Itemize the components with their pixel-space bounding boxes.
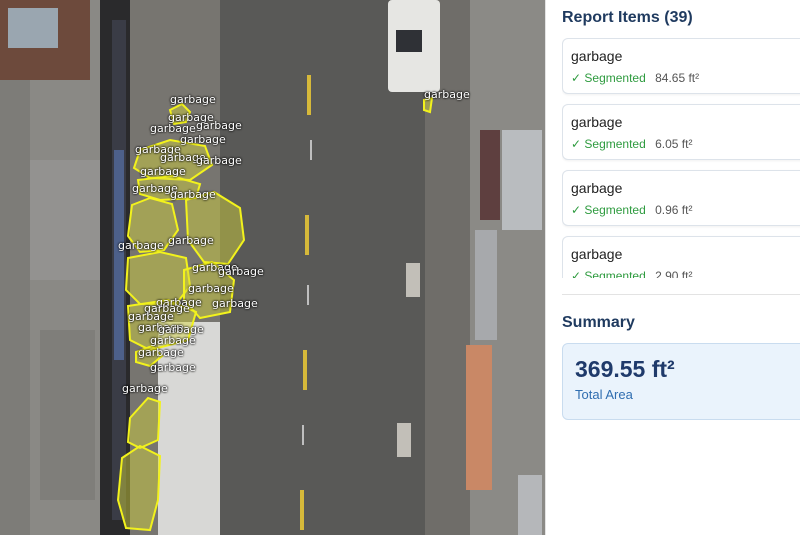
map-label-garbage: garbage	[122, 382, 168, 395]
aerial-map-view[interactable]: garbage garbage garbage garbage garbage …	[0, 0, 545, 535]
map-label-garbage: garbage	[168, 234, 214, 247]
map-label-garbage: garbage	[196, 154, 242, 167]
map-label-garbage: garbage	[218, 265, 264, 278]
total-area-label: Total Area	[575, 387, 633, 402]
item-name: garbage	[571, 246, 623, 262]
item-area: 2.90 ft²	[655, 269, 693, 278]
report-item-card[interactable]: garbage ✓ Segmented 2.90 ft²	[562, 236, 800, 278]
item-area: 84.65 ft²	[655, 71, 700, 85]
report-item-card[interactable]: garbage ✓ Segmented 84.65 ft²	[562, 38, 800, 94]
item-name: garbage	[571, 114, 623, 130]
segmented-status: ✓ Segmented	[571, 203, 646, 217]
map-label-garbage: garbage	[188, 282, 234, 295]
aerial-image	[0, 0, 545, 535]
map-label-garbage: garbage	[196, 119, 242, 132]
report-item-card[interactable]: garbage ✓ Segmented 6.05 ft²	[562, 104, 800, 160]
map-label-garbage: garbage	[150, 361, 196, 374]
item-name: garbage	[571, 48, 623, 64]
section-divider	[562, 294, 800, 295]
item-area: 0.96 ft²	[655, 203, 693, 217]
map-label-garbage: garbage	[170, 93, 216, 106]
report-items-title: Report Items (39)	[562, 9, 693, 26]
map-label-garbage: garbage	[170, 188, 216, 201]
map-label-garbage: garbage	[140, 165, 186, 178]
segmented-status: ✓ Segmented	[571, 269, 646, 278]
segmented-status: ✓ Segmented	[571, 137, 646, 151]
summary-card: 369.55 ft² Total Area	[562, 343, 800, 420]
total-area-value: 369.55 ft²	[575, 356, 675, 382]
report-panel: Report Items (39) garbage ✓ Segmented 84…	[545, 0, 800, 535]
report-items-list[interactable]: garbage ✓ Segmented 84.65 ft² garbage ✓ …	[562, 38, 800, 278]
map-label-garbage: garbage	[138, 346, 184, 359]
item-area: 6.05 ft²	[655, 137, 693, 151]
map-label-garbage: garbage	[424, 88, 470, 101]
item-name: garbage	[571, 180, 623, 196]
map-label-garbage: garbage	[212, 297, 258, 310]
report-item-card[interactable]: garbage ✓ Segmented 0.96 ft²	[562, 170, 800, 226]
map-label-garbage: garbage	[118, 239, 164, 252]
map-label-garbage: garbage	[180, 133, 226, 146]
segmented-status: ✓ Segmented	[571, 71, 646, 85]
summary-title: Summary	[562, 314, 635, 331]
